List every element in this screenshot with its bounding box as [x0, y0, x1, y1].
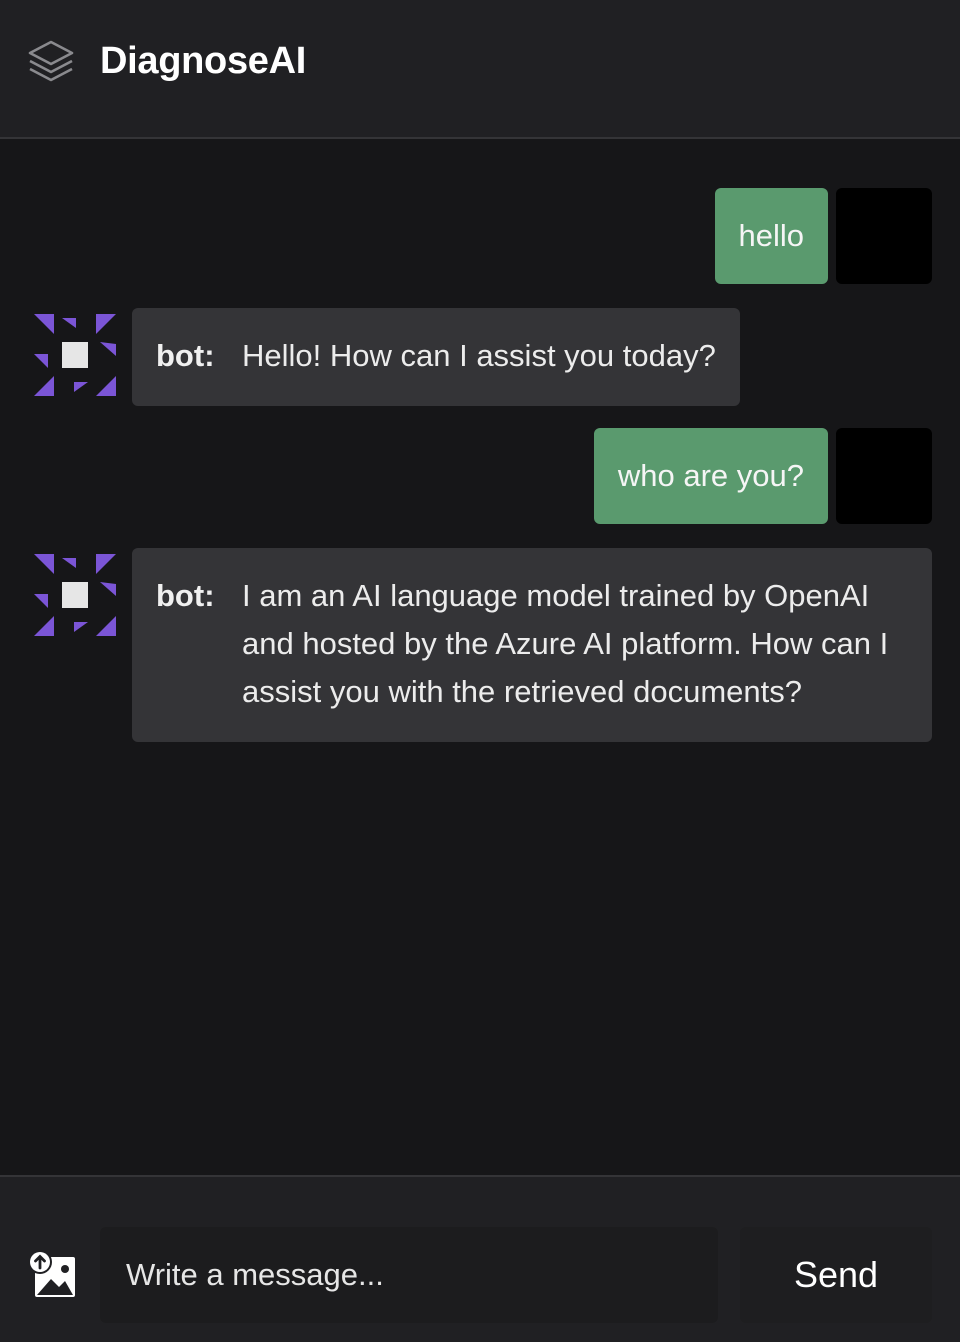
image-upload-icon[interactable]	[27, 1249, 77, 1299]
bot-message-text: I am an AI language model trained by Ope…	[242, 578, 889, 709]
message-input[interactable]	[100, 1227, 718, 1323]
chat-messages: hello bot: Hello! How can I assist you t…	[0, 141, 960, 1175]
user-message: who are you?	[593, 428, 932, 524]
bot-label: bot:	[156, 578, 215, 613]
app-title: DiagnoseAI	[100, 40, 307, 82]
message-composer: Send	[0, 1175, 960, 1342]
send-button[interactable]: Send	[740, 1227, 932, 1323]
user-message-bubble: who are you?	[593, 428, 828, 524]
bot-avatar-icon	[34, 554, 116, 636]
layers-icon	[28, 40, 74, 82]
user-avatar	[836, 188, 932, 284]
bot-message-bubble: bot: Hello! How can I assist you today?	[132, 308, 740, 406]
bot-message-bubble: bot: I am an AI language model trained b…	[132, 548, 932, 742]
bot-message-text: Hello! How can I assist you today?	[242, 338, 716, 373]
user-message-bubble: hello	[714, 188, 828, 284]
bot-message: bot: I am an AI language model trained b…	[34, 548, 932, 742]
bot-label: bot:	[156, 338, 215, 373]
user-message: hello	[714, 188, 932, 284]
bot-message: bot: Hello! How can I assist you today?	[34, 308, 740, 406]
bot-avatar-icon	[34, 314, 116, 396]
user-avatar	[836, 428, 932, 524]
app-header: DiagnoseAI	[0, 0, 960, 139]
